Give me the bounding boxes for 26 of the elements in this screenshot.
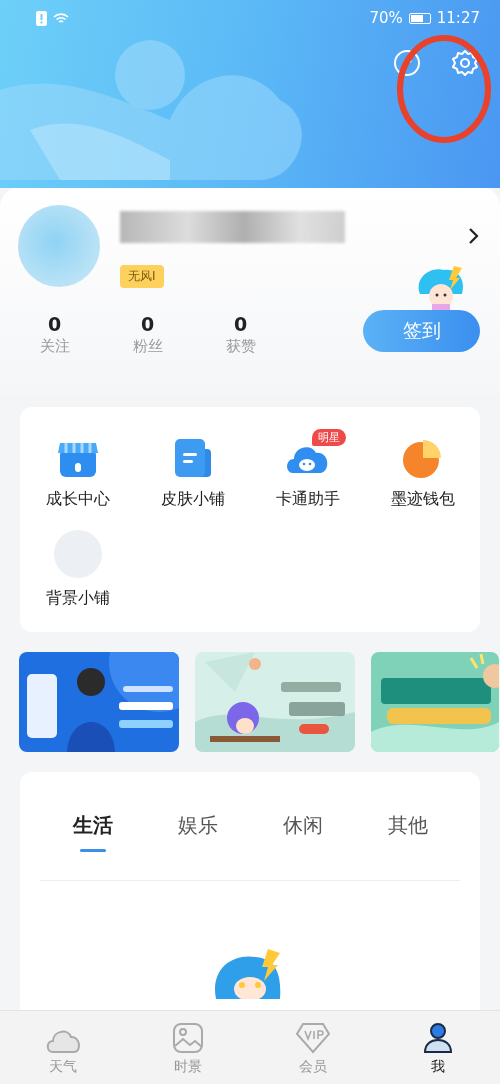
battery-icon <box>408 12 431 24</box>
person-icon <box>421 1022 454 1054</box>
stat-count: 0 <box>47 313 62 335</box>
robot-face-icon[interactable] <box>392 48 422 78</box>
category-tab[interactable]: 其他 <box>355 812 460 852</box>
service-label[interactable]: 卡通助手 <box>275 489 340 510</box>
vip-diamond-icon <box>294 1022 331 1054</box>
wifi-icon <box>53 11 69 25</box>
user-tag: 无风I <box>120 265 164 288</box>
service-label[interactable]: 背景小铺 <box>45 588 110 609</box>
battery-percent: 70% <box>369 9 403 27</box>
clock-time: 11:27 <box>436 9 480 27</box>
sim-alert-icon <box>36 10 47 26</box>
service-label[interactable]: 墨迹钱包 <box>390 489 455 510</box>
service-label[interactable]: 成长中心 <box>45 489 110 510</box>
category-tab[interactable]: 休闲 <box>250 812 355 852</box>
stat-count: 0 <box>233 313 248 335</box>
service-label[interactable]: 皮肤小铺 <box>160 489 225 510</box>
chevron-right-icon[interactable] <box>468 227 480 245</box>
settings-icon[interactable] <box>450 48 480 78</box>
nav-tab[interactable]: 我 <box>375 1011 500 1084</box>
stat-count: 0 <box>140 313 155 335</box>
category-tab[interactable]: 生活 <box>40 812 145 852</box>
image-icon <box>171 1022 204 1054</box>
badge: 明星 <box>312 429 346 446</box>
category-tab[interactable]: 娱乐 <box>145 812 250 852</box>
